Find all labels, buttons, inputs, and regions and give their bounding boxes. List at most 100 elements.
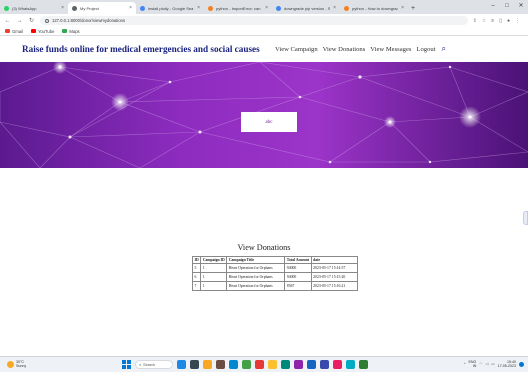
tab-title: python - ImportError: can [216, 5, 261, 11]
col-header: Total Amount [284, 256, 312, 264]
taskbar-app-icon[interactable] [255, 360, 264, 369]
taskbar-app-icon[interactable] [320, 360, 329, 369]
notification-icon[interactable] [519, 361, 524, 367]
nav-view-messages[interactable]: View Messages [370, 46, 411, 53]
bookmarks-bar: Gmail YouTube Maps [0, 27, 528, 36]
battery-icon[interactable]: ▭ [491, 362, 494, 366]
taskbar-app-icon[interactable] [242, 360, 251, 369]
col-header: Campaign Title [226, 256, 286, 264]
bookmark-star-icon[interactable]: ☆ [482, 18, 486, 24]
bookmark-maps[interactable]: Maps [62, 29, 80, 34]
menu-icon[interactable]: ⋮ [515, 18, 520, 24]
browser-tab[interactable]: downgrade pip version - S × [272, 2, 340, 14]
youtube-icon [30, 29, 36, 33]
toolbar-actions: ⇪ ☆ ≡ ▯ ● ⋮ [473, 18, 524, 24]
close-tab-icon[interactable]: × [401, 5, 404, 11]
search-icon: ⌕ [139, 362, 142, 367]
windows-start-icon[interactable] [122, 360, 131, 369]
taskbar-search[interactable]: ⌕ Search [135, 360, 173, 369]
browser-tab[interactable]: My Project × [68, 2, 136, 14]
taskbar-app-icon[interactable] [177, 360, 186, 369]
table-header-row: ID Campaign ID Campaign Title Total Amou… [191, 256, 358, 264]
reading-list-icon[interactable]: ≡ [491, 18, 494, 24]
volume-icon[interactable]: ◁ [485, 362, 488, 366]
favicon-icon [276, 5, 281, 11]
nav-view-campaign[interactable]: View Campaign [275, 46, 318, 53]
cell: 1 [200, 263, 228, 273]
tab-title: install plotly - Google Sea [148, 5, 194, 11]
taskbar-center: ⌕ Search [122, 360, 368, 369]
site-info-icon[interactable] [45, 18, 49, 23]
taskbar-app-icon[interactable] [359, 360, 368, 369]
close-tab-icon[interactable]: × [333, 5, 336, 11]
cell: 1 [200, 272, 228, 282]
cell: 2023-05-17 15:16:21 [310, 281, 358, 291]
taskbar-app-icon[interactable] [203, 360, 212, 369]
site-nav: View Campaign View Donations View Messag… [275, 44, 446, 54]
taskbar: 30°C Sunny ⌕ Search ^ ENG IN ◠ ◁ ▭ 15:40… [0, 356, 528, 372]
weather-desc: Sunny [16, 364, 27, 368]
system-tray: ^ ENG IN ◠ ◁ ▭ 15:40 17-05-2023 [464, 360, 524, 368]
browser-tab[interactable]: install plotly - Google Sea × [136, 2, 204, 14]
tab-title: (3) WhatsApp [12, 5, 37, 11]
taskbar-app-icon[interactable] [229, 360, 238, 369]
lang-bottom: IN [472, 364, 477, 369]
site-brand[interactable]: Raise funds online for medical emergenci… [22, 44, 260, 54]
close-window-button[interactable]: ✕ [514, 0, 528, 12]
address-bar[interactable]: 127.0.0.1:8000/donor/viewmydonations [40, 16, 468, 25]
taskbar-app-icon[interactable] [333, 360, 342, 369]
bookmark-youtube[interactable]: YouTube [30, 29, 54, 34]
taskbar-app-icon[interactable] [190, 360, 199, 369]
hero-text-box: abc [241, 112, 297, 132]
wifi-icon[interactable]: ◠ [479, 362, 482, 366]
new-tab-button[interactable]: + [408, 2, 418, 14]
search-icon[interactable]: ⌕ [442, 44, 446, 54]
cell: 94000 [284, 272, 312, 282]
hero-banner: abc [0, 62, 528, 168]
taskbar-app-icon[interactable] [294, 360, 303, 369]
nav-logout[interactable]: Logout [416, 46, 435, 53]
maps-icon [62, 29, 68, 33]
nav-view-donations[interactable]: View Donations [323, 46, 366, 53]
cell: Heart Operation for Orphans [226, 272, 286, 282]
cell: Heart Operation for Orphans [226, 281, 286, 291]
close-tab-icon[interactable]: × [265, 5, 268, 11]
col-header: ID [191, 256, 202, 264]
share-icon[interactable]: ⇪ [473, 18, 477, 24]
tab-title: downgrade pip version - S [284, 5, 331, 11]
side-scroll-tab[interactable] [523, 211, 528, 225]
minimize-button[interactable]: – [486, 0, 500, 12]
chevron-up-icon[interactable]: ^ [464, 362, 466, 366]
sidebar-icon[interactable]: ▯ [499, 18, 502, 24]
cell: 2023-05-17 15:15:20 [310, 272, 358, 282]
browser-tab[interactable]: (3) WhatsApp × [0, 2, 68, 14]
maximize-button[interactable]: □ [500, 0, 514, 12]
clock[interactable]: 15:40 17-05-2023 [498, 360, 516, 368]
profile-icon[interactable]: ● [507, 18, 510, 24]
language-indicator[interactable]: ENG IN [469, 360, 477, 368]
taskbar-app-icon[interactable] [307, 360, 316, 369]
reload-icon[interactable]: ↻ [28, 17, 35, 24]
bookmark-gmail[interactable]: Gmail [5, 29, 23, 34]
gmail-icon [5, 29, 10, 33]
close-tab-icon[interactable]: × [129, 5, 132, 11]
tab-title: python - How to downgrad [352, 5, 399, 11]
taskbar-app-icon[interactable] [346, 360, 355, 369]
close-tab-icon[interactable]: × [197, 5, 200, 11]
tab-strip: (3) WhatsApp × My Project × install plotly -… [0, 0, 528, 14]
favicon-icon [140, 5, 145, 11]
cell: Heart Operation for Orphans [226, 263, 286, 273]
browser-tab[interactable]: python - ImportError: can × [204, 2, 272, 14]
back-icon[interactable]: ← [4, 18, 11, 24]
forward-icon[interactable]: → [16, 18, 23, 24]
cell: 2023-05-17 15:14:57 [310, 263, 358, 273]
cell: 8567 [284, 281, 312, 291]
hero-curve [232, 184, 296, 206]
browser-tab[interactable]: python - How to downgrad × [340, 2, 408, 14]
taskbar-app-icon[interactable] [268, 360, 277, 369]
weather-widget[interactable]: 30°C Sunny [7, 360, 26, 368]
taskbar-app-icon[interactable] [281, 360, 290, 369]
close-tab-icon[interactable]: × [61, 5, 64, 11]
url-text: 127.0.0.1:8000/donor/viewmydonations [52, 18, 126, 23]
taskbar-app-icon[interactable] [216, 360, 225, 369]
